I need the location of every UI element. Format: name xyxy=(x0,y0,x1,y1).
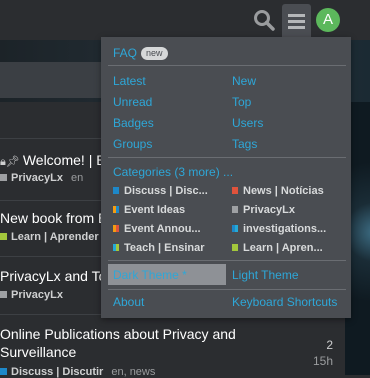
faq-link[interactable]: FAQ new xyxy=(113,46,168,60)
category-link[interactable]: Event Annou... xyxy=(113,223,201,235)
menu-divider xyxy=(108,65,346,66)
topic-title[interactable]: PrivacyLx and Tool xyxy=(0,268,117,284)
category-color-icon xyxy=(0,233,7,240)
category-link[interactable]: Discuss | Disc... xyxy=(113,185,208,197)
topic-category[interactable]: Discuss | Discutir en, news xyxy=(0,366,155,378)
category-link[interactable]: Event Ideas xyxy=(113,204,185,216)
menu-divider xyxy=(108,157,346,158)
category-color-icon xyxy=(232,244,238,251)
topic-category[interactable]: PrivacyLx xyxy=(0,289,63,301)
users-link[interactable]: Users xyxy=(232,116,263,130)
category-link[interactable]: investigations... xyxy=(232,223,326,235)
lock-icon: 🔒︎ xyxy=(0,156,6,168)
about-link[interactable]: About xyxy=(113,295,144,309)
pin-icon: 📌︎ xyxy=(5,156,20,168)
category-color-icon xyxy=(0,291,7,298)
category-link[interactable]: PrivacyLx xyxy=(232,204,295,216)
topic-category[interactable]: PrivacyLx en xyxy=(0,172,83,184)
category-color-icon xyxy=(0,174,7,181)
banner-bar xyxy=(0,62,105,98)
groups-link[interactable]: Groups xyxy=(113,137,152,151)
light-theme-option[interactable]: Light Theme xyxy=(232,268,299,282)
category-color-icon xyxy=(232,206,238,213)
topic-title-continued[interactable]: Surveillance xyxy=(0,344,76,360)
hamburger-menu-panel: FAQ new Latest New Unread Top Badges User… xyxy=(101,37,351,318)
topic-title[interactable]: New book from Ed xyxy=(0,210,115,226)
top-link[interactable]: Top xyxy=(232,95,251,109)
topic-tag[interactable]: en, news xyxy=(111,366,155,378)
user-avatar[interactable]: A xyxy=(316,8,340,32)
tags-link[interactable]: Tags xyxy=(232,137,257,151)
menu-divider xyxy=(108,260,346,261)
topic-title[interactable]: Online Publications about Privacy and xyxy=(0,326,236,342)
category-color-icon xyxy=(113,206,119,213)
dark-theme-option[interactable]: Dark Theme * xyxy=(113,268,187,282)
category-color-icon xyxy=(113,244,119,251)
hamburger-menu-button[interactable] xyxy=(282,4,311,37)
reply-count[interactable]: 2 xyxy=(326,338,333,352)
topic-tag[interactable]: en xyxy=(71,172,83,184)
new-badge: new xyxy=(141,47,168,60)
categories-link[interactable]: Categories (3 more) ... xyxy=(113,165,233,179)
topic-age[interactable]: 15h xyxy=(313,354,333,368)
category-color-icon xyxy=(113,187,119,194)
new-link[interactable]: New xyxy=(232,74,256,88)
unread-link[interactable]: Unread xyxy=(113,95,152,109)
category-link[interactable]: News | Notícias xyxy=(232,185,324,197)
site-header: A xyxy=(0,0,370,40)
category-link[interactable]: Teach | Ensinar xyxy=(113,242,205,254)
category-color-icon xyxy=(232,187,238,194)
menu-divider xyxy=(108,289,346,290)
hamburger-icon xyxy=(288,14,305,29)
badges-link[interactable]: Badges xyxy=(113,116,154,130)
category-color-icon xyxy=(113,225,119,232)
topic-title[interactable]: 🔒︎📌︎ Welcome! | Be xyxy=(0,152,113,169)
topic-category[interactable]: Learn | Aprender xyxy=(0,231,99,243)
category-color-icon xyxy=(0,368,7,375)
category-color-icon xyxy=(232,225,238,232)
latest-link[interactable]: Latest xyxy=(113,74,146,88)
category-link[interactable]: Learn | Apren... xyxy=(232,242,323,254)
search-icon[interactable] xyxy=(253,9,275,31)
keyboard-shortcuts-link[interactable]: Keyboard Shortcuts xyxy=(232,295,337,309)
